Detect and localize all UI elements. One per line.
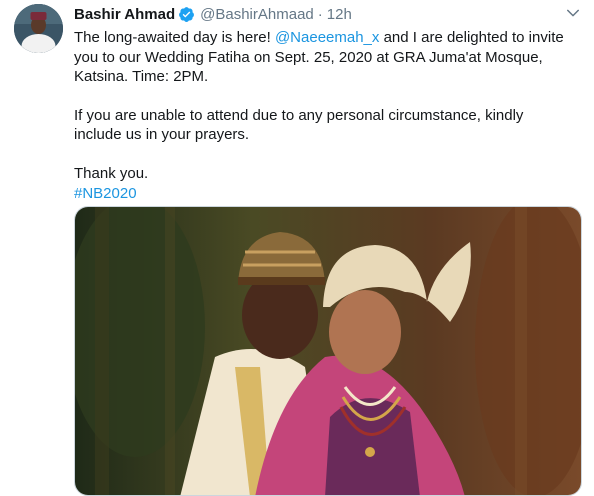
- hashtag-link[interactable]: #NB2020: [74, 185, 137, 202]
- tweet-card[interactable]: Bashir Ahmad @BashirAhmaad · 12h The lon…: [0, 0, 594, 496]
- avatar-image: [14, 4, 63, 53]
- tweet-thanks: Thank you.: [74, 164, 149, 182]
- text-segment: The long-awaited day is here!: [74, 29, 275, 46]
- mention-link[interactable]: @Naeeemah_x: [275, 29, 379, 46]
- separator: ·: [317, 5, 323, 23]
- timestamp[interactable]: 12h: [327, 6, 352, 23]
- author-handle[interactable]: @BashirAhmaad: [200, 6, 314, 23]
- tweet-text: The long-awaited day is here! @Naeeemah_…: [74, 28, 574, 203]
- chevron-down-icon[interactable]: [564, 4, 582, 22]
- tweet-paragraph-2: If you are unable to attend due to any p…: [74, 106, 524, 144]
- author-name[interactable]: Bashir Ahmad: [74, 6, 175, 23]
- verified-badge-icon: [179, 6, 195, 22]
- wedding-photo-image: [75, 207, 581, 495]
- tweet-header: Bashir Ahmad @BashirAhmaad · 12h: [74, 4, 352, 24]
- tweet-photo[interactable]: [74, 206, 582, 496]
- tweet-paragraph-1: The long-awaited day is here! @Naeeemah_…: [74, 28, 574, 87]
- avatar[interactable]: [14, 4, 63, 53]
